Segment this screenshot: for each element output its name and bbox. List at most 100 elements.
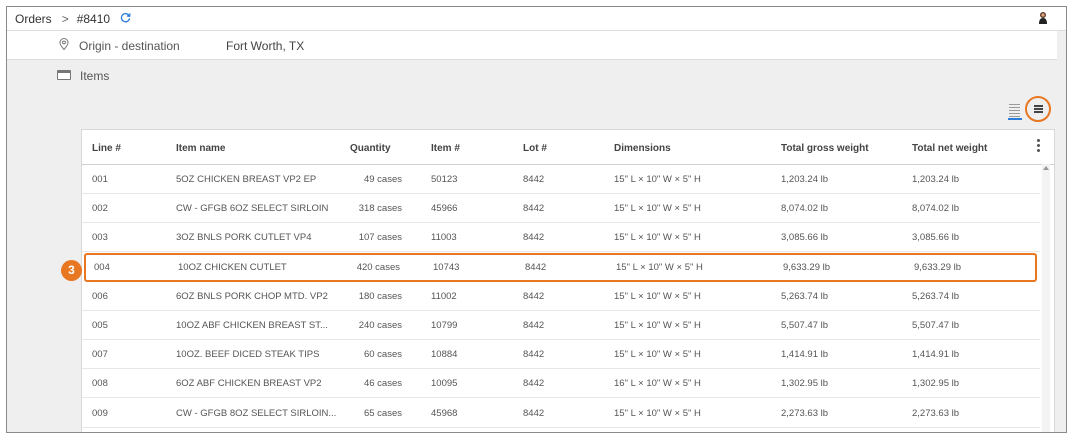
cell-item-name: CW - GFGB 8OZ SELECT SIRLOIN...	[176, 407, 337, 419]
location-pin-icon	[59, 38, 69, 51]
cell-item-number: 11002	[431, 290, 457, 302]
cell-net-weight: 5,507.47 lb	[912, 320, 960, 331]
more-vertical-icon[interactable]	[1037, 139, 1041, 155]
breadcrumb-separator: >	[61, 11, 69, 26]
cell-lot-number: 8442	[525, 261, 547, 273]
cell-dimensions: 15" L × 10" W × 5" H	[614, 407, 701, 419]
cell-dimensions: 15" L × 10" W × 5" H	[614, 232, 701, 244]
cell-lot-number: 8442	[523, 203, 545, 215]
origin-destination-label: Origin - destination	[79, 39, 180, 53]
breadcrumb-order-id: #8410	[76, 11, 111, 26]
cell-quantity: 180 cases	[358, 290, 402, 302]
items-label: Items	[80, 69, 110, 83]
cell-item-number: 45968	[431, 407, 458, 419]
cell-item-name: 3OZ BNLS PORK CUTLET VP4	[176, 232, 312, 244]
cell-gross-weight: 1,414.91 lb	[781, 349, 829, 361]
cell-quantity: 240 cases	[358, 320, 402, 331]
cell-item-number: 10799	[431, 320, 458, 331]
cell-line: 009	[92, 407, 108, 419]
cell-item-name: 10OZ ABF CHICKEN BREAST ST...	[176, 320, 328, 331]
cell-gross-weight: 5,507.47 lb	[781, 320, 829, 331]
cell-item-number: 50123	[431, 174, 458, 185]
origin-destination-value: Fort Worth, TX	[226, 39, 305, 53]
cell-dimensions: 16" L × 10" W × 5" H	[614, 378, 701, 390]
table-row[interactable]: 009 CW - GFGB 8OZ SELECT SIRLOIN... 65 cas…	[82, 399, 1040, 428]
cell-quantity: 107 cases	[358, 232, 402, 244]
box-icon	[57, 70, 71, 80]
cell-dimensions: 15" L × 10" W × 5" H	[614, 174, 701, 185]
cell-net-weight: 2,273.63 lb	[912, 407, 960, 419]
origin-destination-row: Origin - destination Fort Worth, TX	[7, 31, 1057, 60]
breadcrumb: Orders > #8410	[7, 7, 1066, 31]
column-header-line[interactable]: Line #	[92, 143, 121, 154]
cell-item-name: 5OZ CHICKEN BREAST VP2 EP	[176, 174, 317, 185]
column-header-item-number[interactable]: Item #	[431, 143, 460, 154]
cell-lot-number: 8442	[523, 407, 545, 419]
cell-dimensions: 15" L × 10" W × 5" H	[614, 203, 701, 215]
cell-lot-number: 8442	[523, 349, 545, 361]
list-view-icon[interactable]	[1008, 101, 1022, 120]
cell-line: 004	[94, 261, 110, 273]
column-header-lot-number[interactable]: Lot #	[523, 143, 547, 154]
cell-lot-number: 8442	[523, 378, 545, 390]
cell-net-weight: 1,302.95 lb	[912, 378, 960, 390]
table-row-highlighted[interactable]: 004 10OZ CHICKEN CUTLET 420 cases 10743 8442…	[84, 252, 1037, 282]
cell-quantity: 65 cases	[363, 407, 402, 419]
table-row[interactable]: 003 3OZ BNLS PORK CUTLET VP4 107 cases 1100…	[82, 223, 1040, 253]
cell-gross-weight: 8,074.02 lb	[781, 203, 829, 215]
cell-dimensions: 15" L × 10" W × 5" H	[614, 320, 701, 331]
table-row[interactable]: 008 6OZ ABF CHICKEN BREAST VP2 46 cases 100…	[82, 369, 1040, 399]
avatar[interactable]	[1038, 11, 1048, 24]
cell-dimensions: 15" L × 10" W × 5" H	[614, 349, 701, 361]
table-row[interactable]: 001 5OZ CHICKEN BREAST VP2 EP 49 cases 5012…	[82, 165, 1040, 194]
cell-quantity: 318 cases	[358, 203, 402, 215]
cell-lot-number: 8442	[523, 290, 545, 302]
cell-item-name: 10OZ. BEEF DICED STEAK TIPS	[176, 349, 320, 361]
refresh-icon[interactable]	[120, 12, 131, 26]
cell-net-weight: 3,085.66 lb	[912, 232, 960, 244]
table-row[interactable]: 006 6OZ BNLS PORK CHOP MTD. VP2 180 cases 1…	[82, 282, 1040, 311]
step-badge: 3	[61, 260, 82, 281]
table-scrollbar[interactable]	[1042, 164, 1050, 432]
cell-item-number: 10743	[433, 261, 460, 273]
app-window: Orders > #8410 Origin - destination Fort…	[6, 6, 1067, 433]
table-row[interactable]: 002 CW - GFGB 6OZ SELECT SIRLOIN 318 cases…	[82, 194, 1040, 224]
cell-net-weight: 1,203.24 lb	[912, 174, 960, 185]
cell-net-weight: 9,633.29 lb	[914, 261, 962, 273]
items-table: Line # Item name Quantity Item # Lot # D…	[81, 129, 1055, 432]
cell-line: 003	[92, 232, 108, 244]
cell-gross-weight: 3,085.66 lb	[781, 232, 829, 244]
cell-item-number: 11003	[431, 232, 457, 244]
table-row[interactable]: 005 10OZ ABF CHICKEN BREAST ST... 240 case…	[82, 311, 1040, 340]
cell-item-name: 6OZ ABF CHICKEN BREAST VP2	[176, 378, 322, 390]
column-header-gross-weight[interactable]: Total gross weight	[781, 143, 869, 154]
cell-dimensions: 15" L × 10" W × 5" H	[616, 261, 703, 273]
column-header-item-name[interactable]: Item name	[176, 143, 225, 154]
cell-gross-weight: 1,203.24 lb	[781, 174, 829, 185]
cell-gross-weight: 9,633.29 lb	[783, 261, 831, 273]
cell-item-name: 10OZ CHICKEN CUTLET	[178, 261, 287, 273]
cell-item-name: CW - GFGB 6OZ SELECT SIRLOIN	[176, 203, 329, 215]
cell-line: 001	[92, 174, 108, 185]
scroll-up-icon[interactable]	[1043, 166, 1049, 170]
cell-item-number: 45966	[431, 203, 458, 215]
cell-lot-number: 8442	[523, 320, 545, 331]
compact-view-icon[interactable]	[1025, 96, 1051, 122]
cell-gross-weight: 1,302.95 lb	[781, 378, 829, 390]
cell-lot-number: 8442	[523, 232, 545, 244]
cell-net-weight: 8,074.02 lb	[912, 203, 960, 215]
cell-line: 006	[92, 290, 108, 302]
column-header-quantity[interactable]: Quantity	[350, 143, 391, 154]
breadcrumb-orders-link[interactable]: Orders	[15, 12, 52, 26]
cell-quantity: 46 cases	[363, 378, 402, 390]
cell-item-number: 10095	[431, 378, 458, 390]
cell-line: 007	[92, 349, 108, 361]
table-row[interactable]: 007 10OZ. BEEF DICED STEAK TIPS 60 cases 10…	[82, 340, 1040, 370]
column-header-dimensions[interactable]: Dimensions	[614, 143, 671, 154]
cell-line: 002	[92, 203, 108, 215]
cell-lot-number: 8442	[523, 174, 545, 185]
cell-quantity: 420 cases	[356, 261, 400, 273]
cell-quantity: 49 cases	[363, 174, 402, 185]
cell-net-weight: 5,263.74 lb	[912, 290, 960, 302]
column-header-net-weight[interactable]: Total net weight	[912, 143, 987, 154]
